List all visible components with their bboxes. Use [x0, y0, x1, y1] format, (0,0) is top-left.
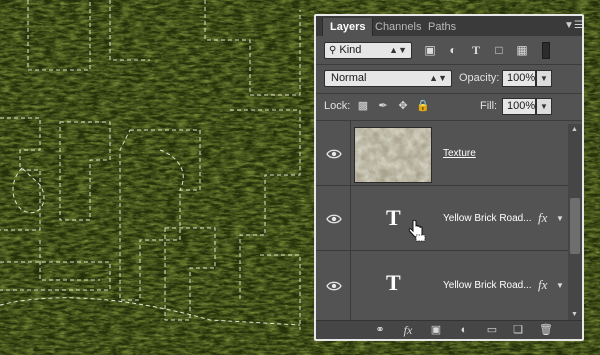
eye-visibility-icon[interactable]: [326, 281, 342, 291]
divider: [316, 64, 582, 65]
layers-bottom-toolbar: ⚭ fx ▣ ◐ ▭ ❏ 🗑: [316, 320, 582, 339]
layers-panel: Layers Channels Paths ▼☰ ⚲ Kind ▲▼ ▣ ◐ T…: [314, 14, 584, 341]
tab-channels[interactable]: Channels: [368, 18, 428, 36]
chevron-updown-icon: ▲▼: [429, 73, 447, 83]
eye-visibility-icon[interactable]: [326, 214, 342, 224]
add-mask-icon[interactable]: ▣: [428, 323, 444, 338]
divider: [316, 93, 582, 94]
layer-row-yellow-brick-road-1[interactable]: T Yellow Brick Road... fx ▼: [316, 186, 568, 251]
opacity-label: Opacity:: [459, 72, 500, 84]
divider: [350, 251, 351, 320]
layer-name[interactable]: Yellow Brick Road...: [443, 280, 532, 291]
layer-row-yellow-brick-road-2[interactable]: T Yellow Brick Road... fx ▼: [316, 251, 568, 320]
fill-input[interactable]: 100%: [502, 98, 536, 115]
adjustment-layer-filter-icon[interactable]: ◐: [445, 42, 461, 59]
hand-cursor-icon: [408, 220, 426, 242]
shape-layer-filter-icon[interactable]: □: [491, 42, 507, 59]
layer-name[interactable]: Texture: [443, 148, 476, 159]
layer-effects-fx-icon[interactable]: fx: [538, 277, 547, 293]
new-adjustment-layer-icon[interactable]: ◐: [456, 323, 472, 338]
blend-mode-value: Normal: [331, 72, 367, 84]
scroll-up-arrow-icon[interactable]: ▲: [571, 126, 578, 133]
layer-effects-fx-icon[interactable]: fx: [538, 210, 547, 226]
search-icon: ⚲: [329, 45, 337, 56]
link-layers-icon[interactable]: ⚭: [372, 323, 388, 338]
effects-expand-arrow-icon[interactable]: ▼: [556, 214, 564, 223]
tab-layers[interactable]: Layers: [322, 18, 374, 36]
divider: [350, 121, 351, 186]
filter-kind-value: Kind: [339, 44, 362, 56]
lock-all-padlock-icon[interactable]: 🔒: [416, 98, 430, 115]
scroll-down-arrow-icon[interactable]: ▼: [571, 311, 578, 318]
blend-row: Normal ▲▼ Opacity: 100% ▼: [316, 70, 582, 87]
fill-label: Fill:: [480, 100, 498, 112]
lock-image-pixels-brush-icon[interactable]: ✒: [376, 98, 390, 115]
panel-tab-bar: Layers Channels Paths ▼☰: [316, 16, 582, 36]
fill-dropdown-arrow-icon[interactable]: ▼: [536, 98, 552, 115]
smart-object-filter-icon[interactable]: ▦: [514, 42, 530, 59]
type-layer-thumbnail-icon: T: [386, 270, 401, 295]
layers-scrollbar[interactable]: ▲ ▼: [568, 124, 582, 320]
layer-row-texture[interactable]: Texture: [316, 121, 568, 186]
divider: [350, 186, 351, 251]
blend-mode-dropdown[interactable]: Normal ▲▼: [324, 70, 452, 87]
filter-toggle-switch[interactable]: [542, 42, 550, 59]
eye-visibility-icon[interactable]: [326, 149, 342, 159]
filter-kind-dropdown[interactable]: ⚲ Kind ▲▼: [324, 42, 412, 59]
opacity-dropdown-arrow-icon[interactable]: ▼: [536, 70, 552, 87]
panel-menu-icon[interactable]: ▼☰: [564, 19, 582, 32]
layers-list: Texture T Yellow Brick Road... fx ▼ T Ye…: [316, 121, 582, 320]
filter-row: ⚲ Kind ▲▼ ▣ ◐ T □ ▦: [316, 42, 582, 59]
delete-layer-trash-icon[interactable]: 🗑: [538, 323, 554, 338]
lock-label: Lock:: [324, 100, 351, 112]
add-layer-style-fx-icon[interactable]: fx: [400, 323, 416, 338]
lock-transparent-pixels-icon[interactable]: ▩: [356, 98, 370, 115]
lock-row: Lock: ▩ ✒ ✥ 🔒 Fill: 100% ▼: [316, 98, 582, 115]
chevron-updown-icon: ▲▼: [389, 45, 407, 55]
new-group-folder-icon[interactable]: ▭: [484, 323, 500, 338]
type-layer-thumbnail-icon: T: [386, 205, 401, 230]
lock-position-move-icon[interactable]: ✥: [396, 98, 410, 115]
type-layer-filter-icon[interactable]: T: [468, 42, 484, 59]
scrollbar-thumb[interactable]: [570, 198, 580, 254]
tab-paths[interactable]: Paths: [421, 18, 463, 36]
texture-layer-thumbnail: [354, 127, 432, 183]
pixel-layer-filter-icon[interactable]: ▣: [422, 42, 438, 59]
opacity-input[interactable]: 100%: [502, 70, 536, 87]
layer-name[interactable]: Yellow Brick Road...: [443, 213, 532, 224]
new-layer-icon[interactable]: ❏: [510, 323, 526, 338]
effects-expand-arrow-icon[interactable]: ▼: [556, 281, 564, 290]
